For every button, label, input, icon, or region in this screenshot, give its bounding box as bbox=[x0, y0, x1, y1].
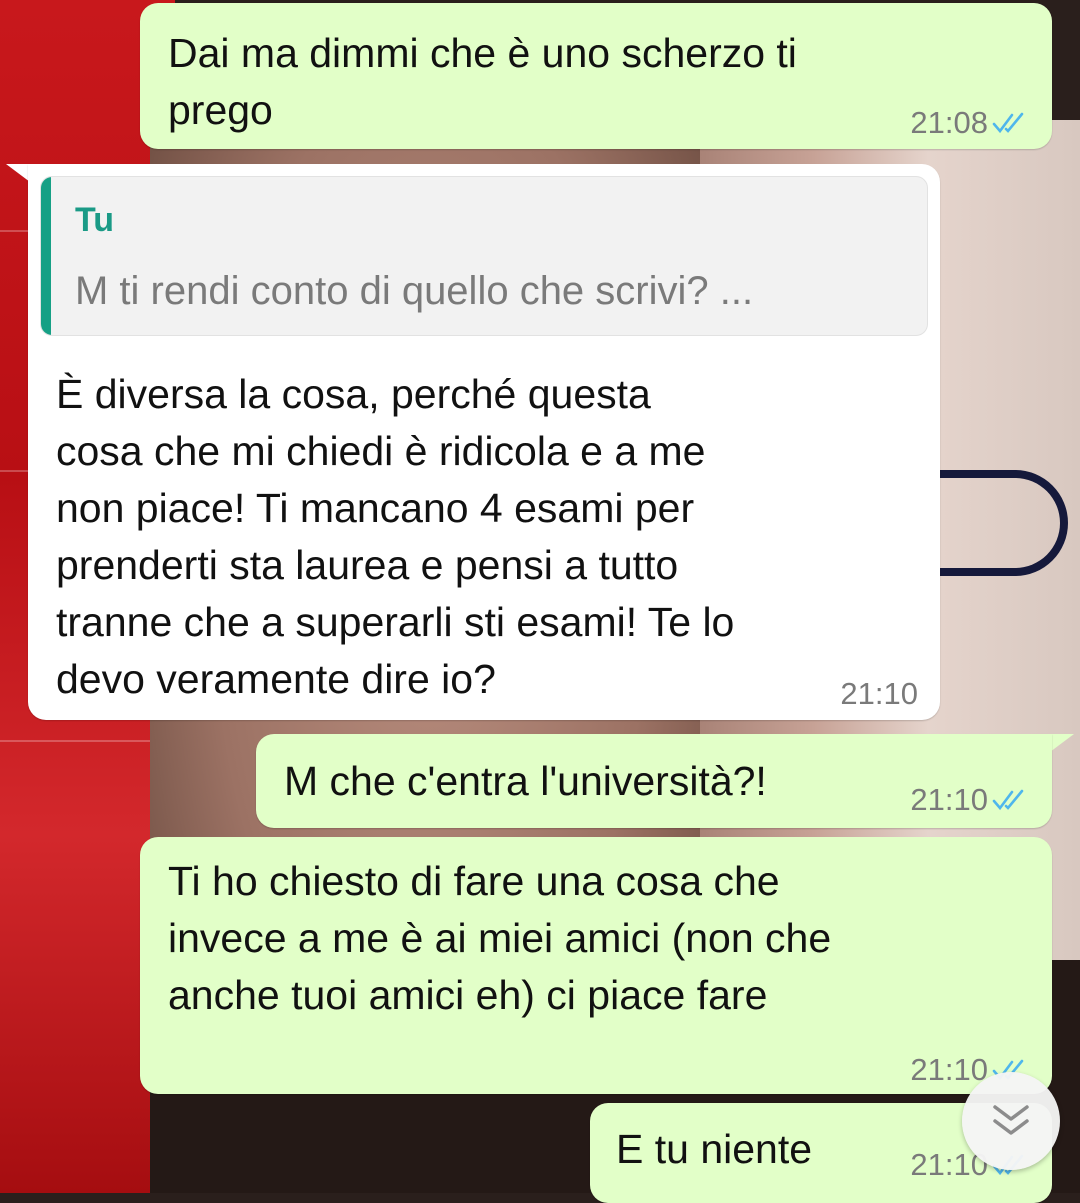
message-time: 21:10 bbox=[910, 1052, 988, 1087]
message-text: È diversa la cosa, perché questa cosa ch… bbox=[56, 371, 735, 702]
double-chevron-down-icon bbox=[993, 1105, 1029, 1135]
scroll-to-bottom-button[interactable] bbox=[962, 1072, 1060, 1170]
message-time: 21:08 bbox=[910, 105, 988, 140]
message-time: 21:10 bbox=[910, 782, 988, 817]
double-check-icon bbox=[992, 112, 1024, 134]
message-text: M che c'entra l'università?! bbox=[284, 758, 767, 804]
quote-accent-bar bbox=[41, 177, 51, 335]
message-bubble-incoming[interactable]: Tu M ti rendi conto di quello che scrivi… bbox=[28, 164, 940, 720]
message-bubble-outgoing[interactable]: M che c'entra l'università?! 21:10 bbox=[256, 734, 1052, 828]
message-bubble-outgoing[interactable]: Ti ho chiesto di fare una cosa che invec… bbox=[140, 837, 1052, 1094]
message-text: Dai ma dimmi che è uno scherzo ti prego bbox=[168, 30, 797, 133]
quote-text: M ti rendi conto di quello che scrivi? .… bbox=[75, 269, 754, 313]
double-check-icon bbox=[992, 789, 1024, 811]
message-bubble-outgoing[interactable]: Dai ma dimmi che è uno scherzo ti prego … bbox=[140, 3, 1052, 149]
quote-author: Tu bbox=[75, 201, 115, 239]
quoted-reply[interactable]: Tu M ti rendi conto di quello che scrivi… bbox=[40, 176, 928, 336]
message-meta: 21:10 bbox=[910, 782, 1030, 818]
message-time: 21:10 bbox=[840, 676, 918, 711]
message-meta: 21:08 bbox=[910, 105, 1030, 141]
message-meta: 21:10 bbox=[840, 676, 918, 712]
message-text: Ti ho chiesto di fare una cosa che invec… bbox=[168, 858, 832, 1018]
message-text: E tu niente bbox=[616, 1126, 813, 1172]
